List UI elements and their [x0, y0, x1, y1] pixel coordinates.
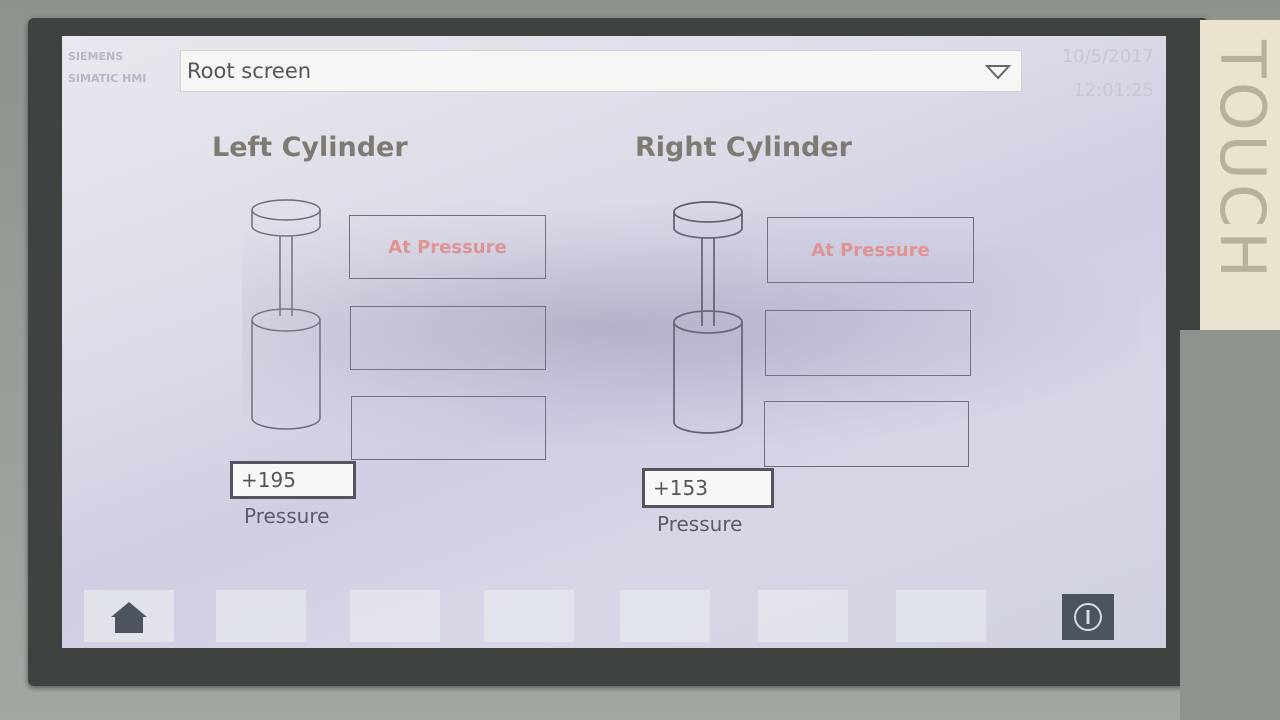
- function-key-4[interactable]: [484, 590, 574, 642]
- left-cylinder-title: Left Cylinder: [212, 132, 408, 163]
- right-pressure-label: Pressure: [657, 512, 743, 536]
- function-key-2[interactable]: [216, 590, 306, 642]
- right-cylinder-icon: [673, 201, 743, 434]
- side-label: TOUCH: [1206, 40, 1279, 282]
- left-cylinder-icon: [251, 199, 321, 430]
- brand-line-2: SIMATIC HMI: [68, 72, 147, 85]
- info-icon: [1074, 603, 1102, 631]
- hmi-screen: SIEMENS SIMATIC HMI Root screen 10/5/201…: [62, 36, 1166, 648]
- time-display: 12:01:25: [1073, 80, 1154, 101]
- left-status-2: [350, 306, 546, 370]
- function-key-bar: [62, 584, 1166, 648]
- home-button[interactable]: [84, 590, 174, 642]
- left-status-3: [351, 396, 546, 460]
- right-status-3: [764, 401, 969, 467]
- function-key-5[interactable]: [620, 590, 710, 642]
- right-status-at-pressure: At Pressure: [767, 217, 974, 283]
- left-status-at-pressure: At Pressure: [349, 215, 546, 279]
- chevron-down-icon[interactable]: [985, 63, 1011, 81]
- device-frame: [1180, 330, 1280, 720]
- screen-selector[interactable]: Root screen: [180, 50, 1022, 92]
- brand-logo: SIEMENS SIMATIC HMI: [68, 46, 168, 90]
- info-button[interactable]: [1062, 594, 1114, 640]
- left-pressure-field[interactable]: +195: [230, 461, 356, 499]
- function-key-7[interactable]: [896, 590, 986, 642]
- screen-selector-value: Root screen: [187, 59, 312, 83]
- right-pressure-field[interactable]: +153: [642, 468, 774, 508]
- date-display: 10/5/2017: [1061, 46, 1154, 67]
- function-key-3[interactable]: [350, 590, 440, 642]
- right-status-2: [765, 310, 971, 376]
- home-icon: [111, 602, 147, 633]
- left-pressure-label: Pressure: [244, 504, 330, 528]
- datetime-display: 10/5/2017 12:01:25: [1062, 40, 1154, 108]
- brand-line-1: SIEMENS: [68, 50, 124, 63]
- function-key-6[interactable]: [758, 590, 848, 642]
- right-cylinder-title: Right Cylinder: [635, 132, 853, 163]
